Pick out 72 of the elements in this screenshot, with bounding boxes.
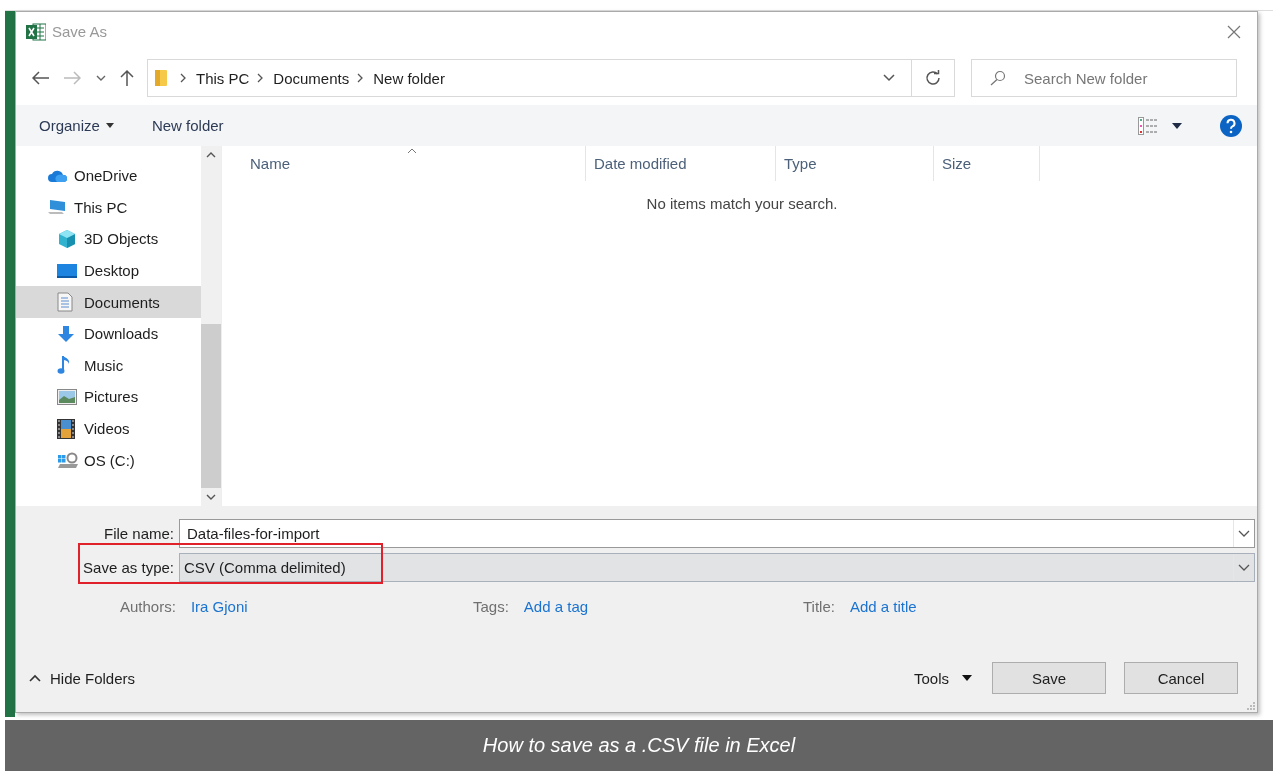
organize-menu[interactable]: Organize: [39, 117, 100, 134]
chevron-up-icon[interactable]: [29, 674, 41, 682]
chevron-down-icon[interactable]: [883, 74, 895, 82]
chevron-down-icon[interactable]: [1238, 529, 1250, 538]
hide-folders-button[interactable]: Hide Folders: [29, 669, 136, 687]
sidebar-item[interactable]: This PC: [16, 191, 201, 224]
metadata-link[interactable]: Ira Gjoni: [190, 597, 248, 615]
chevron-down-icon[interactable]: [96, 75, 106, 81]
column-header[interactable]: Type: [776, 146, 934, 181]
sidebar-item[interactable]: Downloads: [16, 317, 201, 350]
spreadsheet-app-icon: [26, 22, 46, 41]
save-as-type-dropdown[interactable]: CSV (Comma delimited): [179, 553, 1255, 582]
field-label: Tags:: [473, 597, 509, 615]
breadcrumb-item[interactable]: This PC: [196, 69, 250, 87]
resize-grip-icon[interactable]: [1246, 701, 1255, 710]
metadata-link[interactable]: Add a tag: [523, 597, 589, 615]
sidebar-item[interactable]: Desktop: [16, 254, 201, 287]
caret-down-icon[interactable]: [962, 675, 972, 681]
details-view-icon[interactable]: [1138, 116, 1158, 135]
close-icon[interactable]: [1227, 24, 1241, 39]
chevron-down-icon[interactable]: [1238, 563, 1250, 572]
column-header[interactable]: Size: [934, 146, 1040, 181]
window-title: Save As: [52, 23, 108, 40]
sidebar-item[interactable]: 3D Objects: [16, 223, 201, 255]
field-label: Title:: [803, 597, 835, 615]
column-header[interactable]: Date modified: [586, 146, 776, 181]
film-icon: [57, 418, 75, 439]
scroll-up-icon[interactable]: [206, 152, 216, 158]
column-header[interactable]: Name: [222, 146, 586, 181]
document-icon: [57, 292, 73, 313]
sidebar-item[interactable]: Music: [16, 349, 201, 382]
chevron-right-icon[interactable]: [357, 73, 364, 83]
back-arrow-icon[interactable]: [32, 71, 50, 85]
cancel-button[interactable]: Cancel: [1124, 662, 1238, 694]
drive-icon: [57, 451, 79, 470]
search-icon: [990, 70, 1006, 86]
desktop-icon: [57, 262, 77, 279]
scrollbar[interactable]: [201, 146, 221, 506]
field-label: File name:: [102, 525, 174, 542]
computer-icon: [47, 199, 67, 216]
field-label: Save as type:: [82, 559, 174, 576]
sidebar-item[interactable]: Pictures: [16, 381, 201, 413]
caret-down-icon[interactable]: [1172, 122, 1182, 129]
address-bar[interactable]: This PC Documents New folder: [147, 59, 955, 97]
file-name-field[interactable]: Data-files-for-import: [179, 519, 1255, 548]
sidebar-item[interactable]: OneDrive: [16, 160, 201, 192]
chevron-right-icon[interactable]: [257, 73, 264, 83]
folder-icon: [154, 69, 168, 87]
cloud-icon: [47, 168, 69, 183]
save-button[interactable]: Save: [992, 662, 1106, 694]
up-arrow-icon[interactable]: [120, 69, 134, 87]
sidebar-item[interactable]: OS (C:): [16, 444, 201, 476]
picture-icon: [57, 388, 77, 405]
help-icon[interactable]: [1220, 114, 1242, 137]
chevron-right-icon[interactable]: [180, 73, 186, 83]
breadcrumb-item[interactable]: Documents: [273, 69, 350, 87]
sidebar-item[interactable]: Documents: [16, 286, 201, 318]
metadata-link[interactable]: Add a title: [849, 597, 917, 615]
breadcrumb-item[interactable]: New folder: [373, 69, 445, 87]
down-arrow-icon: [57, 324, 75, 343]
scroll-down-icon[interactable]: [206, 494, 216, 500]
refresh-icon[interactable]: [925, 70, 941, 86]
caret-down-icon[interactable]: [105, 123, 114, 128]
search-field[interactable]: Search New folder: [971, 59, 1237, 97]
empty-message: No items match your search.: [645, 195, 839, 212]
music-note-icon: [57, 355, 71, 376]
tools-menu[interactable]: Tools: [913, 669, 949, 687]
cube-icon: [57, 229, 77, 249]
new-folder-button[interactable]: New folder: [151, 117, 224, 134]
image-caption: How to save as a .CSV file in Excel: [5, 720, 1273, 771]
sidebar-item[interactable]: Videos: [16, 412, 201, 445]
field-label: Authors:: [120, 597, 176, 615]
